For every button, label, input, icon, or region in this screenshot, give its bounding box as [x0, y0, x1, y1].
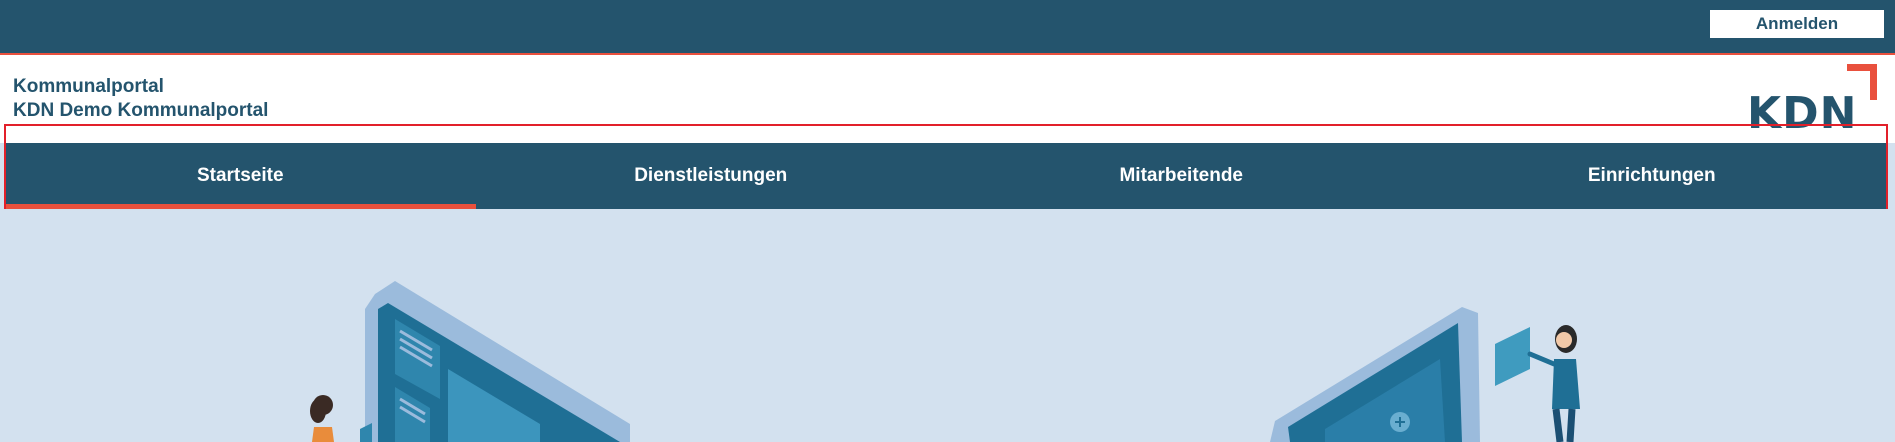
nav-item-dienstleistungen[interactable]: Dienstleistungen	[476, 143, 947, 209]
portal-name: Kommunalportal	[13, 76, 164, 97]
nav-item-mitarbeitende[interactable]: Mitarbeitende	[946, 143, 1417, 209]
screen-with-presenter-illustration	[1270, 307, 1580, 442]
hero-banner	[0, 209, 1895, 442]
kdn-logo[interactable]: KDN	[1747, 64, 1877, 136]
logo-text: KDN	[1747, 88, 1858, 139]
site-header: Kommunalportal KDN Demo Kommunalportal K…	[0, 55, 1895, 143]
portal-title-block: Kommunalportal KDN Demo Kommunalportal	[13, 75, 268, 123]
monitor-with-person-illustration	[310, 281, 630, 442]
portal-subtitle: KDN Demo Kommunalportal	[13, 100, 269, 121]
top-bar: Anmelden	[0, 0, 1895, 55]
nav-item-einrichtungen[interactable]: Einrichtungen	[1417, 143, 1888, 209]
login-button[interactable]: Anmelden	[1710, 10, 1884, 38]
nav-item-startseite[interactable]: Startseite	[5, 143, 476, 209]
main-navigation: Startseite Dienstleistungen Mitarbeitend…	[5, 143, 1887, 209]
hero-illustration	[310, 281, 1580, 442]
